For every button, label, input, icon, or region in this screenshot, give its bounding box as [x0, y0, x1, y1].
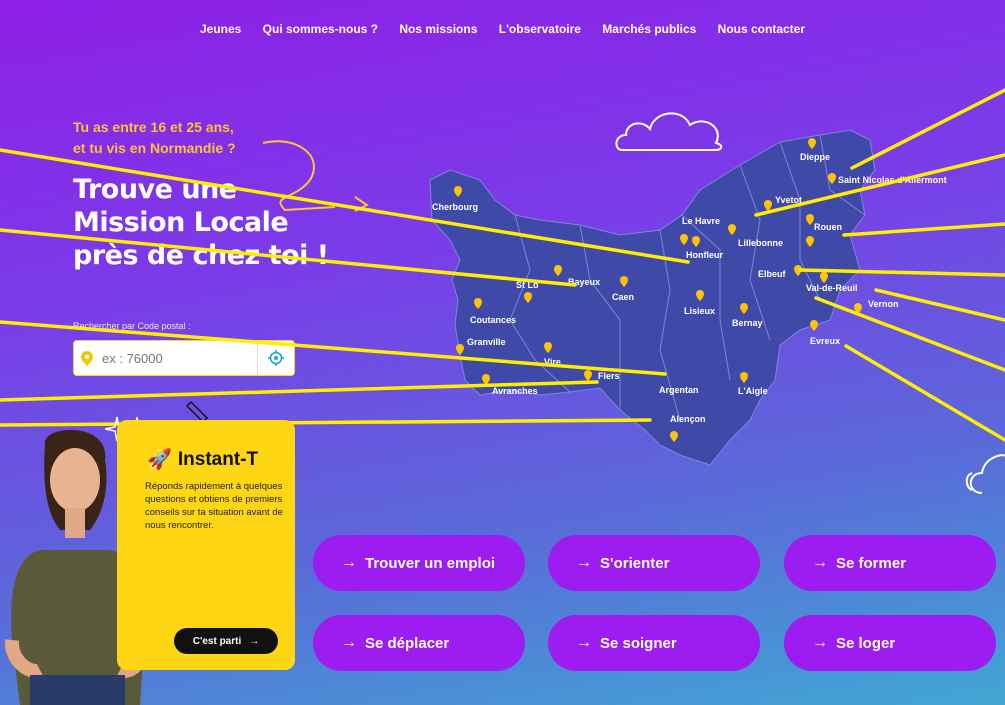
button-label: Se déplacer	[365, 634, 450, 652]
cest-parti-button[interactable]: C'est parti →	[174, 628, 278, 654]
sorienter-button[interactable]: → S'orienter	[548, 535, 760, 591]
arrow-right-icon: →	[812, 634, 828, 651]
page: Jeunes Qui sommes-nous ? Nos missions L'…	[0, 0, 1005, 705]
instant-t-title-text: Instant-T	[177, 448, 259, 470]
rocket-icon: 🚀	[147, 449, 172, 471]
button-label: Se soigner	[600, 634, 677, 652]
se-soigner-button[interactable]: → Se soigner	[548, 615, 760, 671]
button-label: Se former	[836, 554, 907, 572]
instant-t-title: 🚀 Instant-T	[147, 447, 258, 472]
arrow-right-icon: →	[341, 554, 357, 571]
button-label: S'orienter	[600, 554, 670, 572]
arrow-right-icon: →	[576, 634, 592, 651]
arrow-right-icon: →	[576, 554, 592, 571]
arrow-right-icon: →	[341, 634, 357, 651]
arrow-right-icon: →	[249, 635, 260, 647]
trouver-un-emploi-button[interactable]: → Trouver un emploi	[313, 535, 525, 591]
se-former-button[interactable]: → Se former	[784, 535, 996, 591]
instant-t-description: Réponds rapidement à quelques questions …	[145, 481, 283, 531]
se-deplacer-button[interactable]: → Se déplacer	[313, 615, 525, 671]
arrow-right-icon: →	[812, 554, 828, 571]
se-loger-button[interactable]: → Se loger	[784, 615, 996, 671]
button-label: Se loger	[836, 634, 896, 652]
button-label: Trouver un emploi	[365, 554, 496, 572]
cest-parti-label: C'est parti	[192, 635, 242, 647]
instant-t-card: 🚀 Instant-T Réponds rapidement à quelque…	[117, 420, 295, 670]
